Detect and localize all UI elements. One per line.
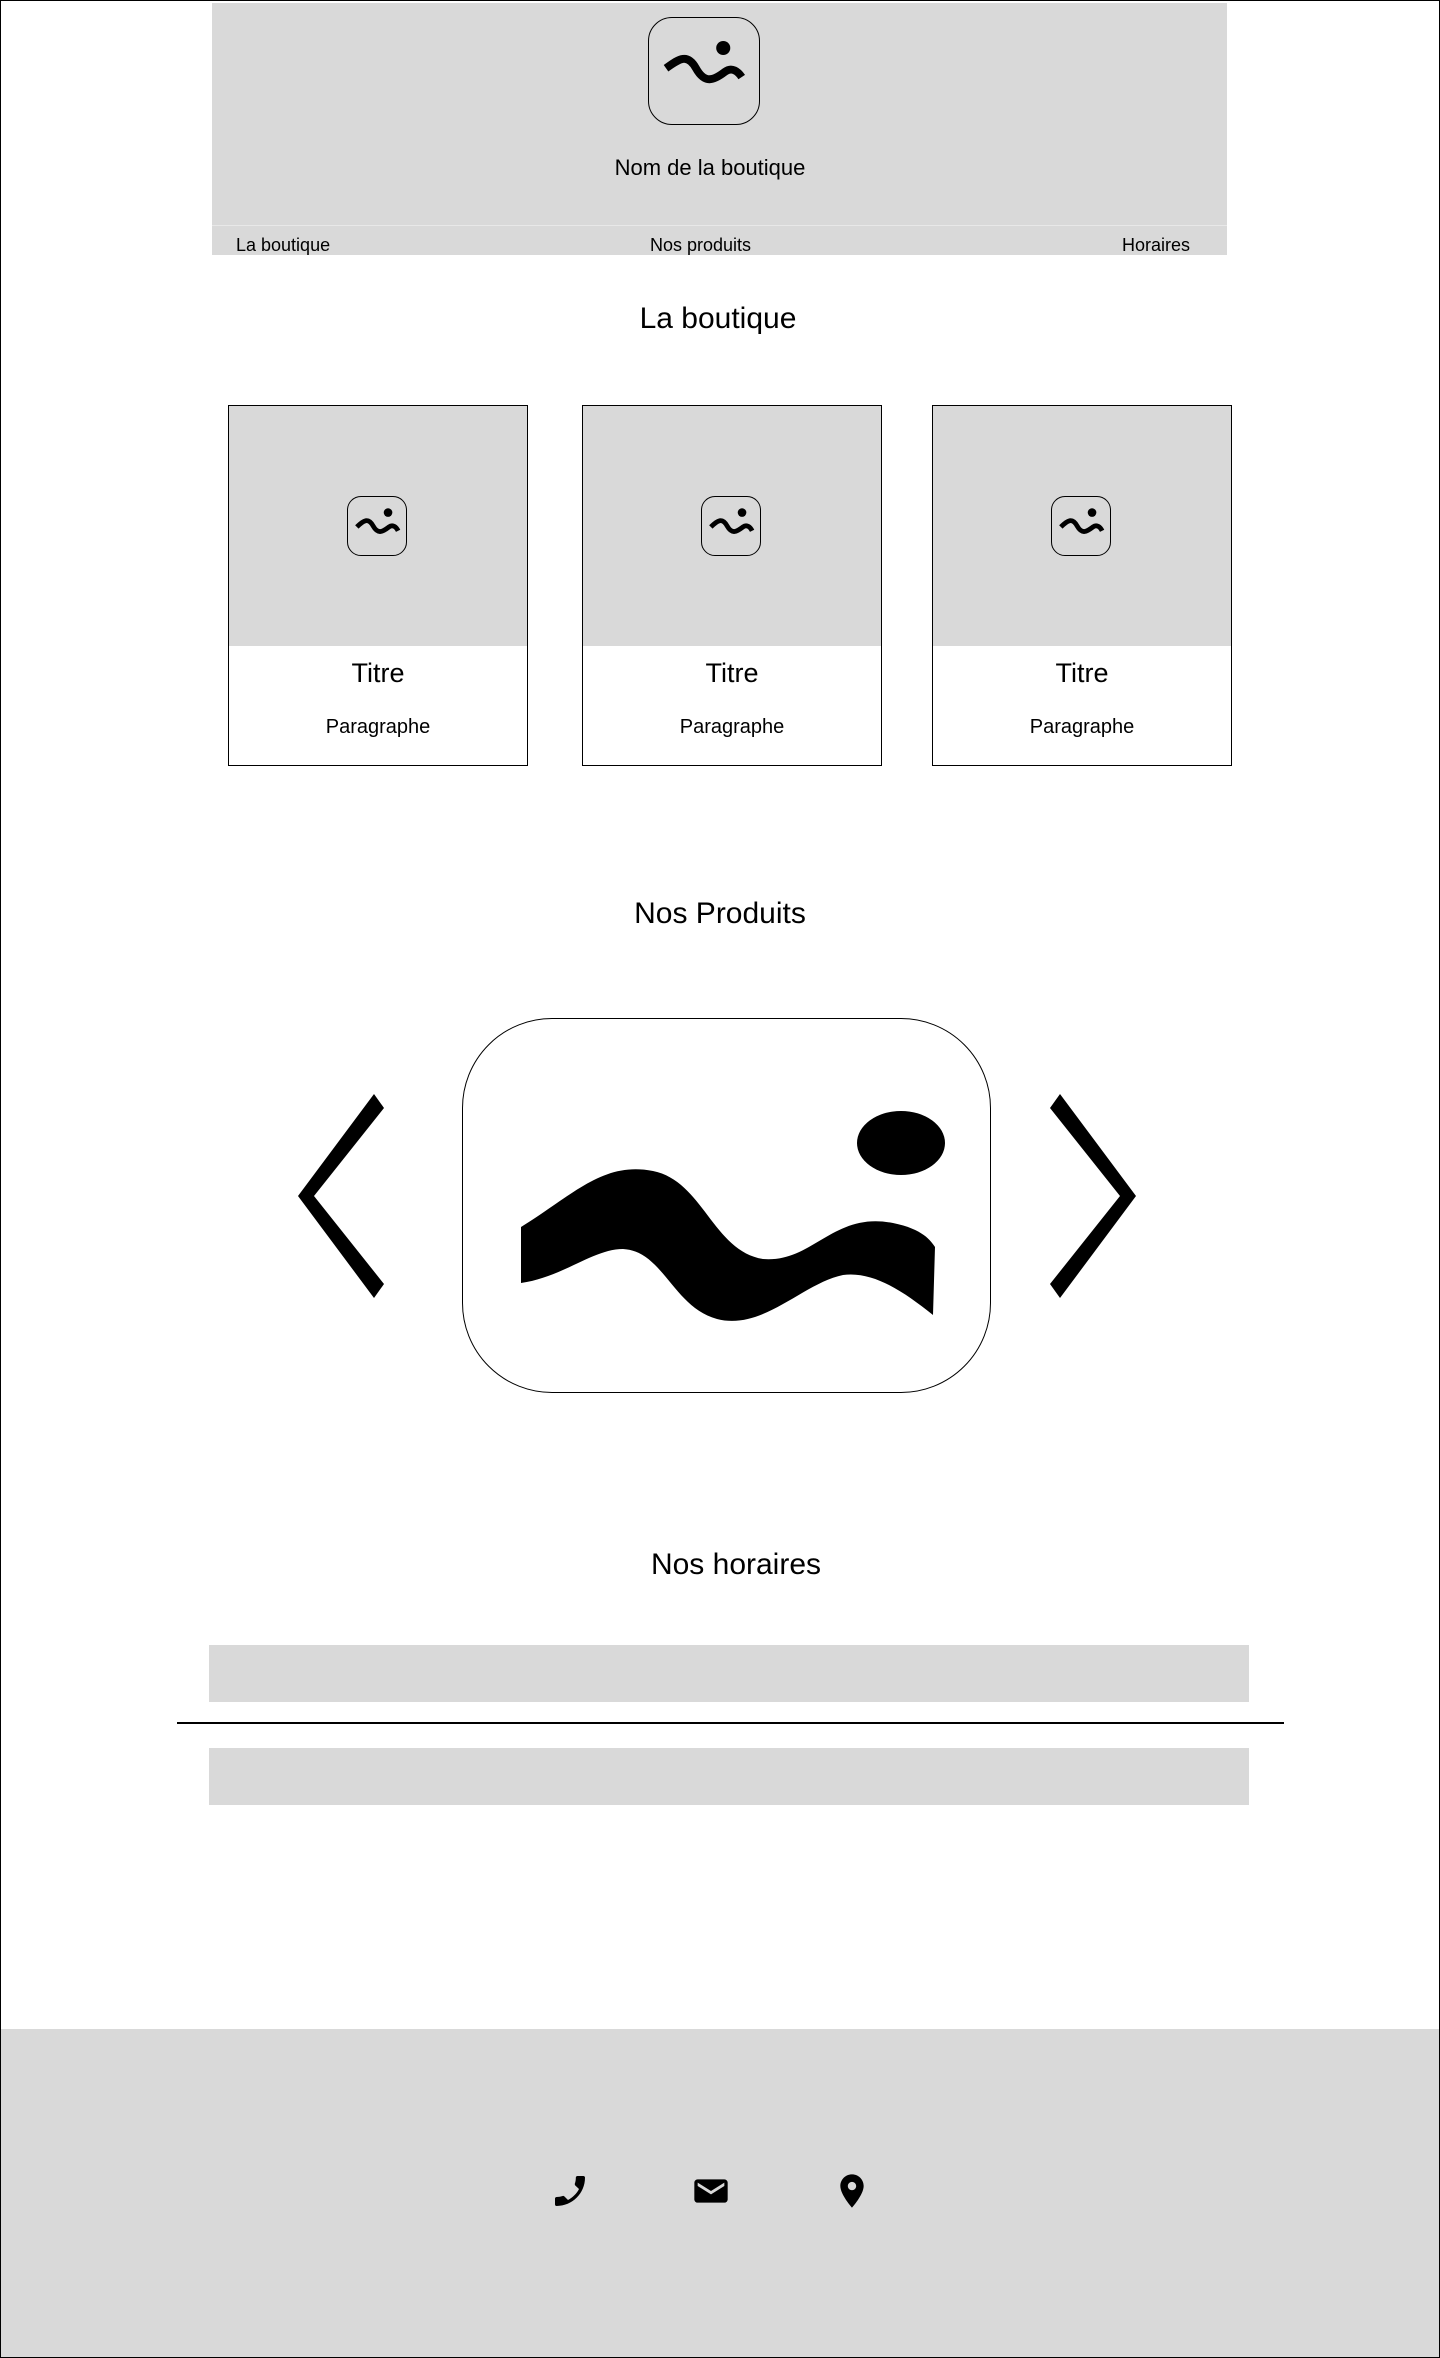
card-paragraph: Paragraphe bbox=[1029, 716, 1135, 738]
card-title: Titre bbox=[705, 658, 759, 688]
card-image bbox=[229, 406, 527, 646]
card-image bbox=[933, 406, 1231, 646]
location-pin-icon[interactable] bbox=[832, 2171, 872, 2211]
image-placeholder-icon bbox=[701, 496, 761, 556]
boutique-card: Titre Paragraphe bbox=[582, 405, 882, 766]
product-image bbox=[462, 1018, 991, 1393]
card-title: Titre bbox=[351, 658, 405, 688]
carousel-prev-button[interactable] bbox=[298, 1094, 388, 1298]
site-footer bbox=[1, 2029, 1439, 2357]
nav-item-nos-produits[interactable]: Nos produits bbox=[650, 235, 751, 256]
divider bbox=[177, 1722, 1284, 1724]
boutique-card: Titre Paragraphe bbox=[228, 405, 528, 766]
nav-item-horaires[interactable]: Horaires bbox=[1122, 235, 1190, 256]
hours-row bbox=[209, 1645, 1249, 1702]
image-placeholder-icon bbox=[648, 17, 760, 125]
section-title-produits: Nos Produits bbox=[634, 897, 806, 930]
main-nav: La boutique Nos produits Horaires bbox=[212, 225, 1227, 256]
mail-icon[interactable] bbox=[691, 2171, 731, 2211]
card-title: Titre bbox=[1055, 658, 1109, 688]
chevron-right-icon bbox=[1050, 1094, 1136, 1298]
carousel-next-button[interactable] bbox=[1046, 1094, 1136, 1298]
section-title-horaires: Nos horaires bbox=[650, 1548, 822, 1581]
card-paragraph: Paragraphe bbox=[679, 716, 785, 738]
image-placeholder-icon bbox=[1051, 496, 1111, 556]
boutique-card: Titre Paragraphe bbox=[932, 405, 1232, 766]
nav-item-la-boutique[interactable]: La boutique bbox=[236, 235, 330, 256]
phone-icon[interactable] bbox=[550, 2171, 590, 2211]
chevron-left-icon bbox=[298, 1094, 384, 1298]
shop-name: Nom de la boutique bbox=[614, 155, 806, 180]
section-title-boutique: La boutique bbox=[639, 302, 797, 335]
card-image bbox=[583, 406, 881, 646]
hours-row bbox=[209, 1748, 1249, 1805]
site-header: Nom de la boutique La boutique Nos produ… bbox=[212, 3, 1227, 255]
card-paragraph: Paragraphe bbox=[325, 716, 431, 738]
image-placeholder-icon bbox=[521, 1111, 945, 1321]
image-placeholder-icon bbox=[347, 496, 407, 556]
